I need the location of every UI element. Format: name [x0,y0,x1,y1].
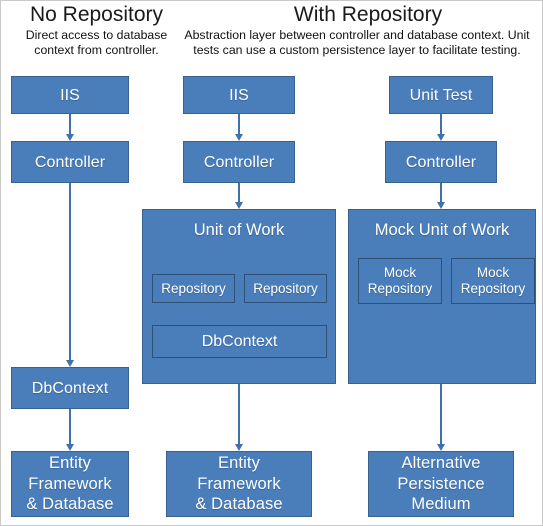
right-section-title: With Repository [293,3,443,26]
node-persistence-col1: Entity Framework & Database [11,451,129,517]
node-persistence-col2: Entity Framework & Database [166,451,312,517]
group-unit-of-work-title: Unit of Work [193,221,285,239]
node-controller-col2: Controller [183,141,295,183]
right-section-description: Abstraction layer between controller and… [184,28,530,57]
diagram-canvas: No Repository With Repository Direct acc… [0,0,543,526]
left-section-title: No Repository [29,3,164,26]
arrow-uow-to-persistence-col2 [229,384,249,451]
node-dbcontext-col2: DbContext [152,325,327,358]
group-unit-of-work: Unit of Work Repository Repository DbCon… [142,209,336,384]
node-persistence-col3: Alternative Persistence Medium [368,451,514,517]
arrow-unittest-to-controller-col3 [431,114,451,141]
arrow-mockuow-to-persistence-col3 [431,384,451,451]
node-mock-repository-1-col3: Mock Repository [358,258,442,304]
left-section-description: Direct access to database context from c… [25,28,168,57]
arrow-controller-to-dbcontext-col1 [60,183,80,367]
node-unit-test-col3: Unit Test [389,76,493,114]
arrow-iis-to-controller-col2 [229,114,249,141]
arrow-iis-to-controller-col1 [60,114,80,141]
node-iis-col1: IIS [11,76,129,114]
arrow-controller-to-mockuow-col3 [431,183,451,209]
arrow-dbcontext-to-persistence-col1 [60,409,80,451]
node-dbcontext-col1: DbContext [11,367,129,409]
node-controller-col1: Controller [11,141,129,183]
group-mock-unit-of-work: Mock Unit of Work Mock Repository Mock R… [348,209,536,384]
node-mock-repository-2-col3: Mock Repository [451,258,535,304]
node-iis-col2: IIS [183,76,295,114]
arrow-controller-to-uow-col2 [229,183,249,209]
node-controller-col3: Controller [385,141,497,183]
node-repository-1-col2: Repository [152,274,235,303]
node-repository-2-col2: Repository [244,274,327,303]
group-mock-unit-of-work-title: Mock Unit of Work [374,221,510,239]
